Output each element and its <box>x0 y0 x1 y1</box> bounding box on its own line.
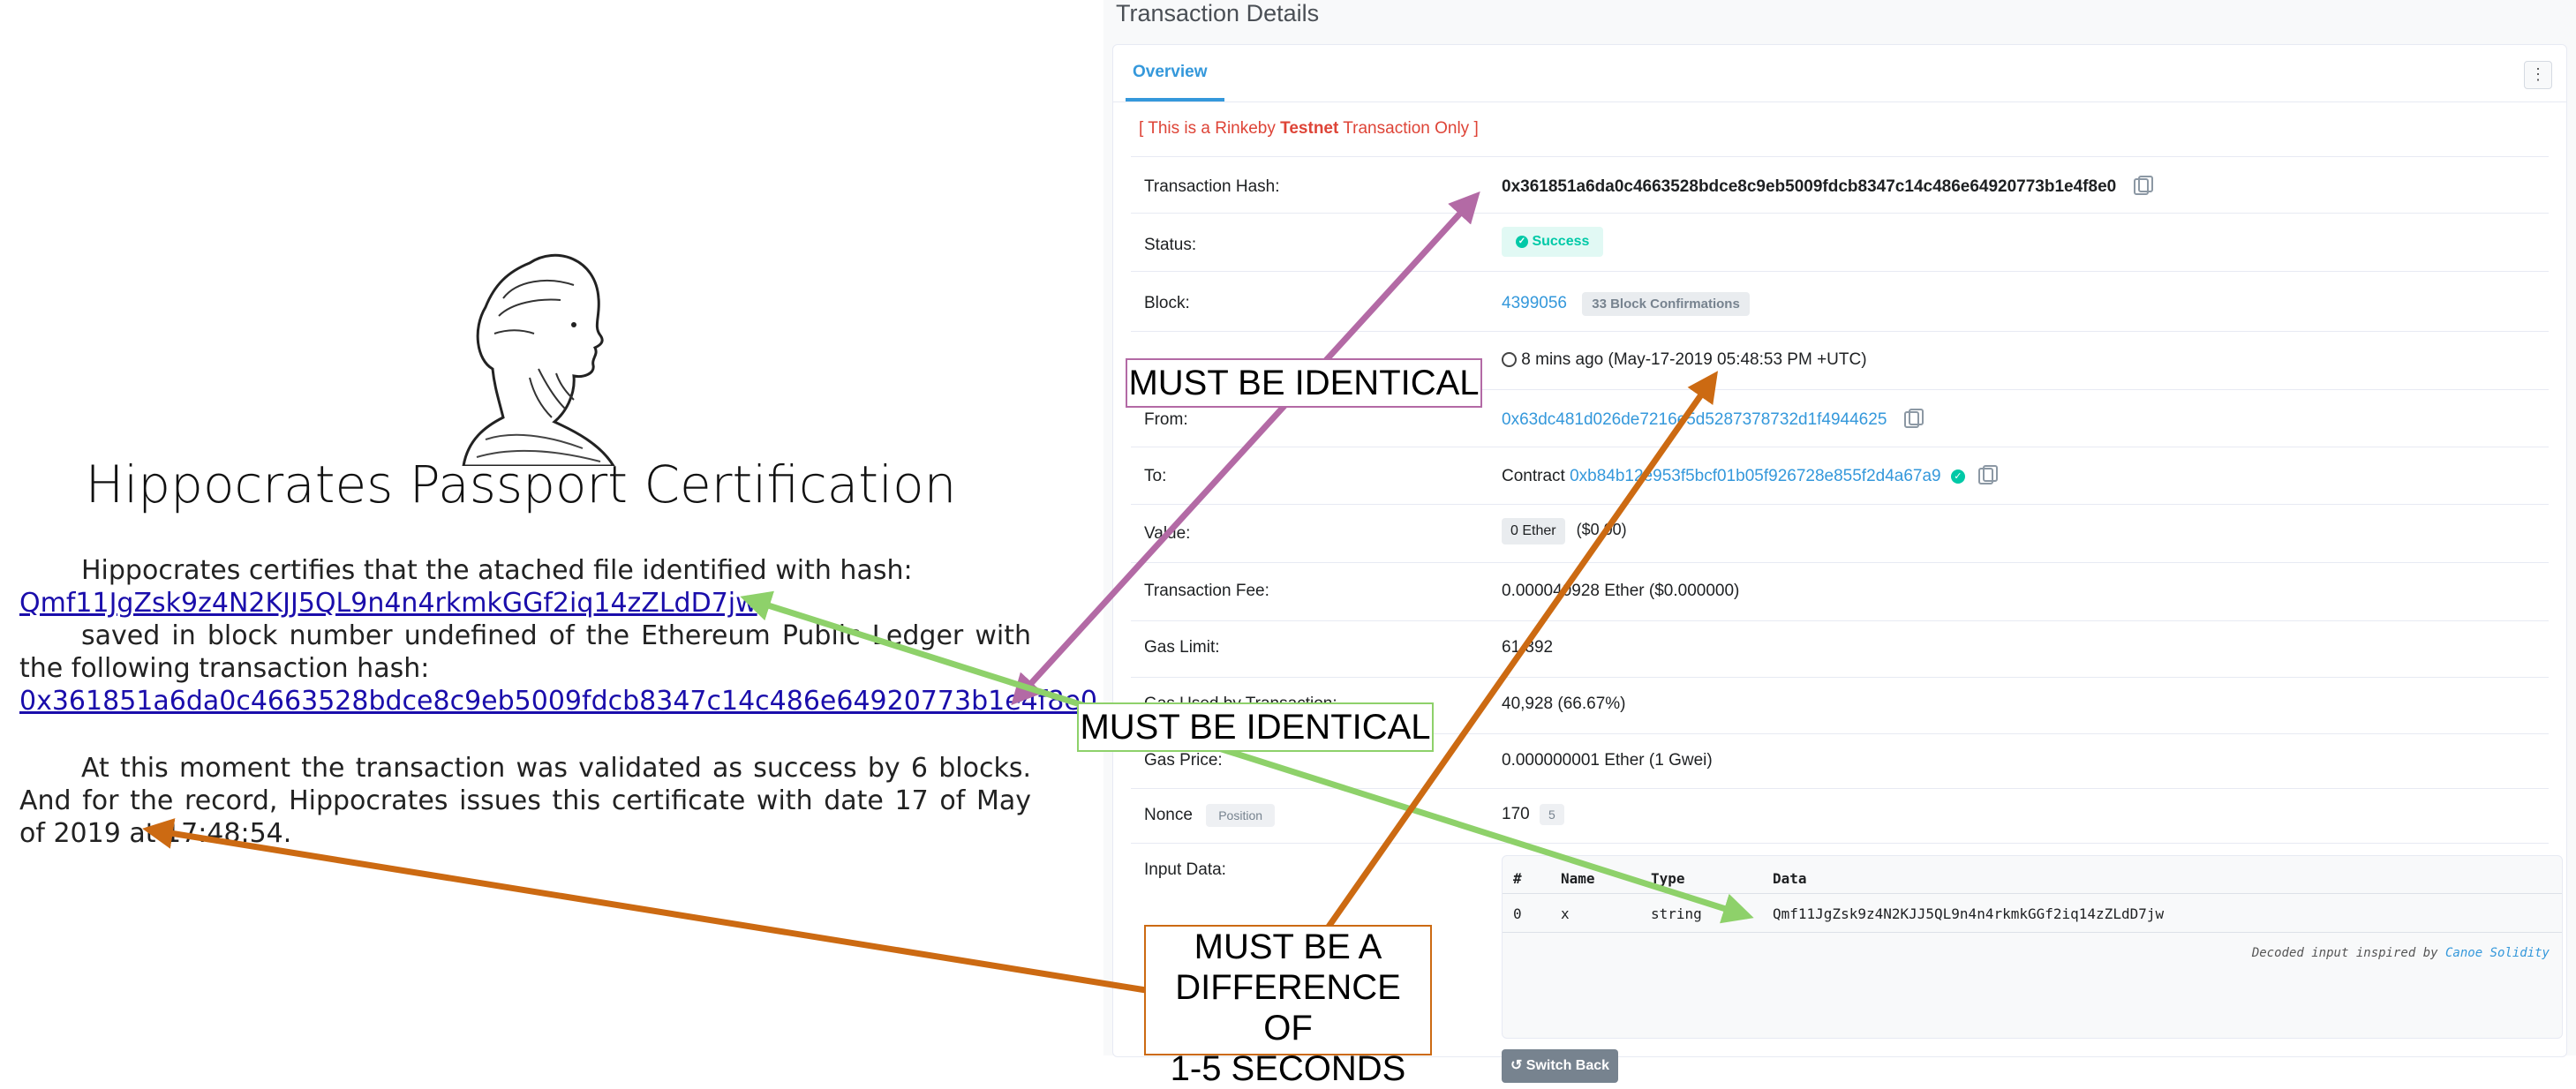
divider <box>1131 156 2549 157</box>
table-header: Type <box>1651 870 1685 887</box>
divider <box>1131 620 2549 621</box>
canoe-solidity-link[interactable]: Canoe Solidity <box>2445 946 2550 960</box>
tx-hash-text: 0x361851a6da0c4663528bdce8c9eb5009fdcb83… <box>1502 177 2117 196</box>
decoded-input-footer: Decoded input inspired by Canoe Solidity <box>2252 946 2550 960</box>
to-contract-prefix: Contract <box>1502 467 1570 485</box>
gas-limit-value: 61,392 <box>1502 638 1554 657</box>
callout-time-difference: MUST BE A DIFFERENCE OF 1-5 SECONDS <box>1144 925 1432 1088</box>
from-value: 0x63dc481d026de7216e5d5287378732d1f49446… <box>1502 409 1924 430</box>
file-hash-link[interactable]: Qmf11JgZsk9z4N2KJJ5QL9n4n4rkmkGGf2iq14zZ… <box>19 588 757 619</box>
card-tab-bar: Overview ⋮ <box>1113 45 2566 102</box>
decoded-input-prefix: Decoded input inspired by <box>2251 946 2445 960</box>
tab-overview[interactable]: Overview <box>1133 63 1208 82</box>
fee-value: 0.000040928 Ether ($0.000000) <box>1502 582 1740 600</box>
gas-limit-label: Gas Limit: <box>1144 638 1220 657</box>
certificate-middle-text: saved in block number undefined of the E… <box>19 620 1031 684</box>
to-address-link[interactable]: 0xb84b12e953f5bcf01b05f926728e855f2d4a67… <box>1570 467 1941 485</box>
tab-active-indicator <box>1126 98 1224 101</box>
check-circle-icon: ✓ <box>1516 235 1528 248</box>
status-badge: ✓ Success <box>1502 227 1604 257</box>
nonce-position-value: 5 <box>1539 804 1564 825</box>
table-cell: string <box>1651 905 1702 922</box>
undo-icon: ↺ <box>1510 1058 1523 1073</box>
switch-back-button[interactable]: ↺ Switch Back <box>1502 1049 1618 1083</box>
testnet-bold: Testnet <box>1280 119 1339 138</box>
value-usd: ($0.00) <box>1576 521 1627 538</box>
from-address-link[interactable]: 0x63dc481d026de7216e5d5287378732d1f49446… <box>1502 410 1887 429</box>
divider <box>1131 504 2549 505</box>
table-cell: 0 <box>1513 905 1522 922</box>
table-cell: Qmf11JgZsk9z4N2KJJ5QL9n4n4rkmkGGf2iq14zZ… <box>1773 905 2165 922</box>
verified-check-icon: ✓ <box>1950 469 1965 484</box>
certificate-paragraph-1: Hippocrates certifies that the atached f… <box>19 554 1097 717</box>
copy-icon[interactable] <box>1978 465 1999 485</box>
clock-icon <box>1502 352 1517 368</box>
from-label: From: <box>1144 410 1188 429</box>
divider <box>1131 788 2549 789</box>
block-label: Block: <box>1144 294 1190 312</box>
certificate-title: Hippocrates Passport Certification <box>85 454 957 514</box>
status-text: Success <box>1532 234 1590 249</box>
divider <box>1131 213 2549 214</box>
value-row: 0 Ether ($0.00) <box>1502 518 1627 544</box>
nonce-position-tag: Position <box>1206 804 1276 827</box>
nonce-label: Nonce <box>1144 806 1193 824</box>
callout-line: 1-5 SECONDS <box>1170 1049 1406 1088</box>
divider <box>1131 843 2549 844</box>
status-label: Status: <box>1144 236 1197 254</box>
transaction-hash-link[interactable]: 0x361851a6da0c4663528bdce8c9eb5009fdcb83… <box>19 686 1097 717</box>
callout-identical-file-hash: MUST BE IDENTICAL <box>1077 702 1434 752</box>
testnet-prefix: [ This is a Rinkeby <box>1139 119 1281 138</box>
gas-price-label: Gas Price: <box>1144 751 1223 770</box>
hippocrates-portrait-icon <box>462 253 615 466</box>
block-value-row: 4399056 33 Block Confirmations <box>1502 292 1750 316</box>
table-divider <box>1503 893 2562 894</box>
divider <box>1131 331 2549 332</box>
tx-hash-value: 0x361851a6da0c4663528bdce8c9eb5009fdcb83… <box>1502 176 2153 197</box>
input-data-table: # Name Type Data 0 x string Qmf11JgZsk9z… <box>1502 855 2563 1039</box>
switch-back-label: Switch Back <box>1525 1058 1610 1073</box>
table-header: # <box>1513 870 1522 887</box>
block-number-link[interactable]: 4399056 <box>1502 294 1567 312</box>
testnet-notice: [ This is a Rinkeby Testnet Transaction … <box>1139 119 1479 139</box>
transaction-details-panel: Transaction Details Overview ⋮ [ This is… <box>1103 0 2576 1083</box>
timestamp-value: 8 mins ago (May-17-2019 05:48:53 PM +UTC… <box>1502 350 1867 370</box>
input-data-label: Input Data: <box>1144 860 1226 879</box>
testnet-suffix: Transaction Only ] <box>1338 119 1479 138</box>
copy-icon[interactable] <box>2133 176 2153 196</box>
gas-used-value: 40,928 (66.67%) <box>1502 695 1626 713</box>
divider <box>1131 562 2549 563</box>
certificate-validation-text: At this moment the transaction was valid… <box>19 753 1031 849</box>
table-divider <box>1503 932 2562 933</box>
certificate-intro-text: Hippocrates certifies that the atached f… <box>81 555 913 586</box>
more-options-icon[interactable]: ⋮ <box>2524 61 2552 89</box>
certificate-paragraph-2: At this moment the transaction was valid… <box>19 752 1031 850</box>
panel-heading: Transaction Details <box>1116 0 1320 26</box>
fee-label: Transaction Fee: <box>1144 582 1269 600</box>
value-label: Value: <box>1144 524 1191 543</box>
callout-line: DIFFERENCE OF <box>1175 968 1401 1048</box>
to-value: Contract 0xb84b12e953f5bcf01b05f926728e8… <box>1502 465 1999 486</box>
nonce-label-row: Nonce Position <box>1144 804 1276 827</box>
nonce-value: 170 <box>1502 805 1530 823</box>
table-header: Data <box>1773 870 1807 887</box>
value-ether-badge: 0 Ether <box>1502 518 1565 544</box>
callout-identical-tx-hash: MUST BE IDENTICAL <box>1126 358 1482 408</box>
to-label: To: <box>1144 467 1167 485</box>
block-confirmations-badge: 33 Block Confirmations <box>1582 292 1750 316</box>
certificate-page: Hippocrates Passport Certification Hippo… <box>0 0 1097 1055</box>
gas-price-value: 0.000000001 Ether (1 Gwei) <box>1502 751 1713 770</box>
tx-hash-label: Transaction Hash: <box>1144 177 1280 196</box>
timestamp-text: 8 mins ago (May-17-2019 05:48:53 PM +UTC… <box>1521 350 1867 369</box>
divider <box>1131 271 2549 272</box>
copy-icon[interactable] <box>1903 409 1924 429</box>
table-header: Name <box>1561 870 1595 887</box>
callout-line: MUST BE A <box>1194 928 1382 966</box>
table-cell: x <box>1561 905 1570 922</box>
transaction-card: Overview ⋮ [ This is a Rinkeby Testnet T… <box>1112 44 2567 1083</box>
divider <box>1131 677 2549 678</box>
nonce-value-row: 170 5 <box>1502 804 1564 825</box>
